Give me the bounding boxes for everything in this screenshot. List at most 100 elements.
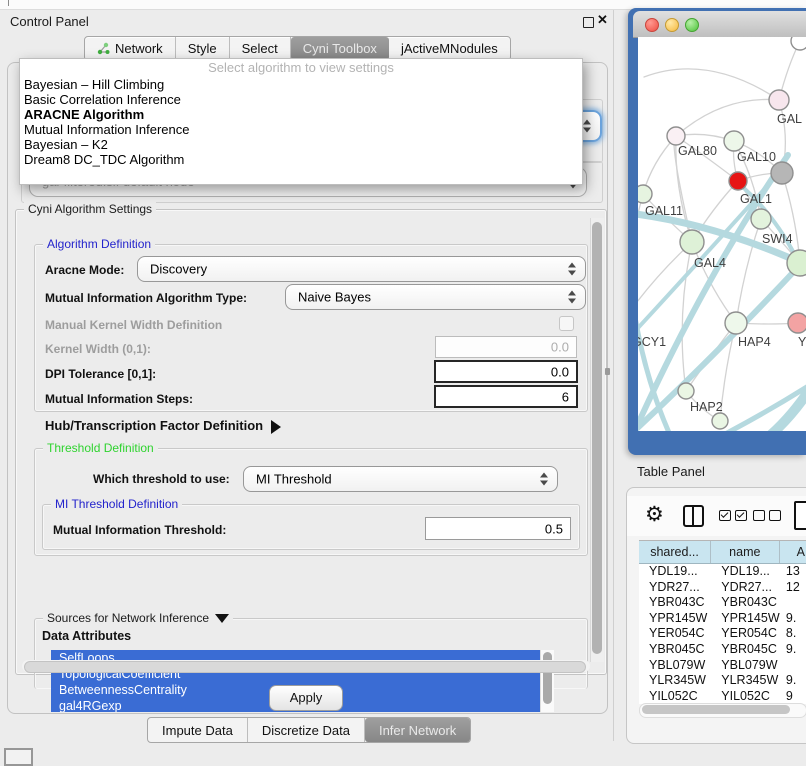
close-panel-icon[interactable]: ✕ — [597, 12, 608, 28]
node-gal4[interactable] — [680, 230, 704, 254]
deselect-all-checkbox-icon[interactable] — [753, 510, 765, 521]
tab-cyni-toolbox[interactable]: Cyni Toolbox — [291, 37, 389, 60]
node-gal10[interactable] — [724, 131, 744, 151]
tab-network[interactable]: Network — [85, 37, 176, 60]
minimized-panel-grip[interactable] — [4, 748, 33, 766]
settings-vertical-scrollbar[interactable] — [590, 218, 604, 662]
table-cell: YBR043C — [639, 595, 711, 611]
algorithm-option-bayesian-hill-climbing[interactable]: Bayesian – Hill Climbing — [20, 77, 582, 92]
kernel-width-value: 0.0 — [551, 340, 569, 355]
node-label: GAL10 — [737, 150, 776, 164]
cyni-algorithm-settings-group: Cyni Algorithm Settings Algorithm Defini… — [15, 209, 607, 675]
panel-splitter-handle[interactable] — [605, 368, 610, 375]
zoom-window-icon[interactable] — [685, 18, 699, 32]
table-row[interactable]: YBL079WYBL079W — [639, 658, 806, 674]
node-top-partial[interactable] — [791, 37, 806, 50]
dpi-tolerance-field[interactable]: 0.0 — [434, 360, 578, 383]
node-hap4[interactable] — [725, 312, 747, 334]
minimize-window-icon[interactable] — [665, 18, 679, 32]
apply-button[interactable]: Apply — [269, 685, 343, 711]
algorithm-option-mutual-information[interactable]: Mutual Information Inference — [20, 122, 582, 137]
settings-horizontal-scrollbar[interactable] — [22, 660, 590, 672]
node-y-partial[interactable] — [788, 313, 806, 333]
network-icon — [97, 42, 110, 55]
table-row[interactable]: YIL052CYIL052C9 — [639, 689, 806, 704]
tab-discretize-data[interactable]: Discretize Data — [248, 718, 365, 742]
table-row[interactable]: YPR145WYPR145W9. — [639, 611, 806, 627]
algorithm-option-basic-correlation[interactable]: Basic Correlation Inference — [20, 92, 582, 107]
table-cell: YPR145W — [639, 611, 711, 627]
tab-infer-network[interactable]: Infer Network — [365, 718, 470, 742]
tab-impute-data[interactable]: Impute Data — [148, 718, 248, 742]
scrollbar-thumb[interactable] — [24, 661, 586, 673]
manual-kernel-width-checkbox[interactable] — [559, 316, 574, 331]
column-header-shared-name[interactable]: shared... — [639, 541, 711, 563]
network-edge[interactable] — [644, 69, 779, 100]
table-cell: YDR27... — [639, 580, 711, 596]
which-threshold-combo[interactable]: MI Threshold — [243, 466, 558, 492]
table-row[interactable]: YDL19...YDL19...13 — [639, 564, 806, 580]
tab-jactivemnodules[interactable]: jActiveMNodules — [389, 37, 510, 60]
algorithm-option-bayesian-k2[interactable]: Bayesian – K2 — [20, 137, 582, 152]
node-hap2[interactable] — [678, 383, 694, 399]
algorithm-option-aracne[interactable]: ARACNE Algorithm — [20, 107, 582, 122]
table-row[interactable]: YLR345WYLR345W9. — [639, 673, 806, 689]
node-gray[interactable] — [771, 162, 793, 184]
kernel-width-field[interactable]: 0.0 — [435, 336, 577, 358]
table-cell: YIL052C — [639, 689, 711, 704]
column-header-partial[interactable]: A — [780, 541, 806, 563]
column-header-name[interactable]: name — [711, 541, 779, 563]
columns-icon[interactable] — [683, 505, 704, 527]
tab-select[interactable]: Select — [230, 37, 291, 60]
node-gal80[interactable] — [667, 127, 685, 145]
mi-steps-label: Mutual Information Steps: — [45, 392, 193, 406]
table-cell: YBR045C — [711, 642, 780, 658]
document-icon[interactable] — [794, 501, 806, 530]
network-window-titlebar[interactable] — [633, 11, 806, 38]
network-edge[interactable] — [643, 136, 676, 194]
node-gal11[interactable] — [638, 185, 652, 203]
network-view-window[interactable]: GALGAL80GAL10GAL1GAL11SWI4GAL4GCY1HAP4YH… — [628, 8, 806, 455]
node-swi4-big[interactable] — [787, 250, 806, 276]
network-edge[interactable] — [676, 99, 779, 136]
table-cell: 9 — [780, 689, 806, 704]
network-edge[interactable] — [692, 242, 736, 323]
hub-definition-toggle[interactable]: Hub/Transcription Factor Definition — [45, 418, 281, 434]
aracne-mode-combo[interactable]: Discovery — [137, 256, 586, 282]
close-window-icon[interactable] — [645, 18, 659, 32]
tab-label: Select — [242, 41, 278, 56]
network-canvas[interactable]: GALGAL80GAL10GAL1GAL11SWI4GAL4GCY1HAP4YH… — [638, 37, 806, 431]
mi-algorithm-type-combo[interactable]: Naive Bayes — [285, 284, 586, 310]
algorithm-option-dream8[interactable]: Dream8 DC_TDC Algorithm — [20, 152, 582, 167]
table-cell: YDL19... — [639, 564, 711, 580]
tab-style[interactable]: Style — [176, 37, 230, 60]
node-swi4-small[interactable] — [751, 209, 771, 229]
deselect-all-checkbox-icon2[interactable] — [769, 510, 781, 521]
table-row[interactable]: YER054CYER054C8. — [639, 626, 806, 642]
node-gal-partial[interactable] — [769, 90, 789, 110]
top-edge-tick — [8, 0, 9, 6]
network-edge[interactable] — [638, 242, 692, 323]
algorithm-definition-title: Algorithm Definition — [43, 237, 155, 251]
control-panel-title: Control Panel — [10, 14, 89, 29]
table-horizontal-scrollbar[interactable] — [639, 703, 806, 718]
node-bottom-partial[interactable] — [712, 413, 728, 429]
control-panel-titlebar: Control Panel ✕ — [0, 10, 613, 34]
table-row[interactable]: YBR045CYBR045C9. — [639, 642, 806, 658]
scrollbar-thumb[interactable] — [642, 705, 790, 714]
table-row[interactable]: YDR27...YDR27...12 — [639, 580, 806, 596]
table-header-row: shared... name A — [639, 541, 806, 564]
mi-steps-field[interactable]: 6 — [434, 385, 578, 408]
algorithm-dropdown-list: Select algorithm to view settings Bayesi… — [19, 58, 583, 185]
node-label: Y — [798, 335, 806, 349]
gear-icon[interactable]: ⚙ — [645, 502, 664, 527]
node-label: GAL80 — [678, 144, 717, 158]
float-panel-icon[interactable] — [583, 17, 594, 28]
mi-threshold-field[interactable]: 0.5 — [425, 517, 571, 540]
node-gal1[interactable] — [729, 172, 747, 190]
select-all-checkbox-icon[interactable] — [719, 510, 731, 521]
sources-group-title[interactable]: Sources for Network Inference — [43, 611, 233, 625]
scrollbar-thumb[interactable] — [592, 222, 602, 654]
table-row[interactable]: YBR043CYBR043C — [639, 595, 806, 611]
select-all-checkbox-icon2[interactable] — [735, 510, 747, 521]
